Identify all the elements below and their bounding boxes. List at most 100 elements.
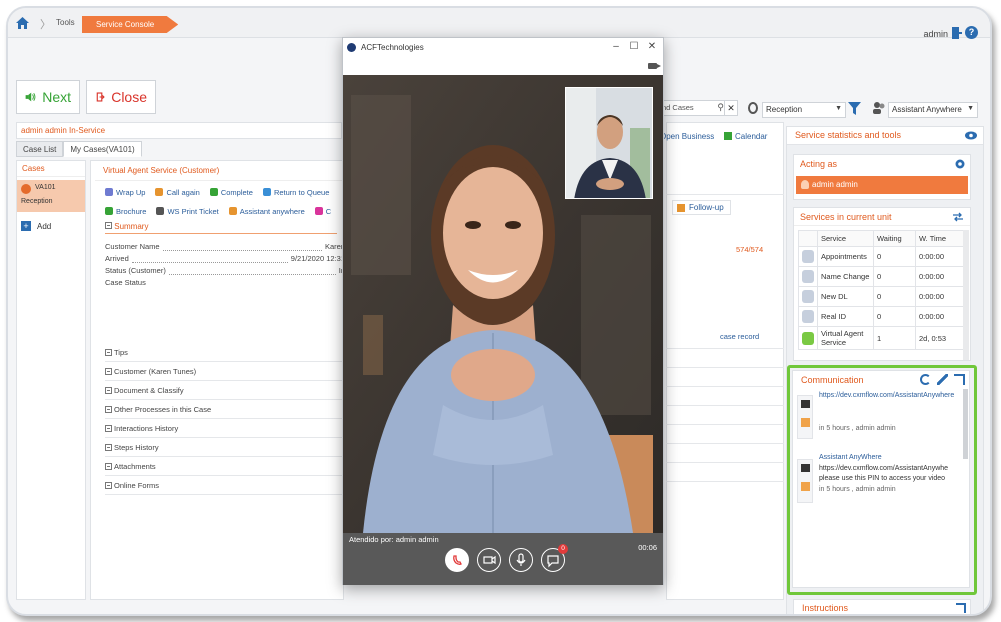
hang-up-button[interactable] xyxy=(445,548,469,572)
action-row-1: Wrap Up Call again Complete Return to Qu… xyxy=(91,181,343,200)
services-table: Service Waiting W. Time Appointments 0 0… xyxy=(798,230,966,350)
tab-my-cases[interactable]: My Cases(VA101) xyxy=(63,141,142,157)
breadcrumb-tools[interactable]: Tools xyxy=(56,18,75,27)
tab-case-list[interactable]: Case List xyxy=(16,141,64,157)
email-icon xyxy=(797,459,813,503)
camera-icon[interactable] xyxy=(648,63,661,69)
mute-button[interactable] xyxy=(509,548,533,572)
customer-video-feed xyxy=(343,75,663,533)
section-row[interactable]: Online Forms xyxy=(105,476,343,495)
logout-icon[interactable] xyxy=(952,27,962,39)
right-panel: Service statistics and tools Acting as a… xyxy=(786,126,984,614)
services-scrollbar[interactable] xyxy=(963,230,969,360)
summary-row: Status (Customer)In xyxy=(105,266,343,278)
case-item[interactable]: VA101 Reception xyxy=(17,180,85,212)
mode-select[interactable]: Assistant Anywhere ▼ xyxy=(888,102,978,118)
refresh-icon[interactable] xyxy=(920,374,931,385)
unit-select[interactable]: Reception ▼ xyxy=(762,102,846,118)
divider xyxy=(666,386,784,387)
swap-arrows-icon[interactable] xyxy=(952,212,964,222)
expand-icon xyxy=(105,349,112,356)
follow-up-label: Follow-up xyxy=(689,203,724,212)
complete-action[interactable]: Complete xyxy=(209,184,253,200)
calendar-link[interactable]: Calendar xyxy=(724,132,767,141)
gear-icon[interactable] xyxy=(954,158,966,170)
right-panel-title-text: Service statistics and tools xyxy=(795,130,902,140)
clear-search-icon[interactable]: ✕ xyxy=(724,100,738,116)
expand-icon xyxy=(105,368,112,375)
filter-icon[interactable] xyxy=(848,102,861,115)
section-label: Other Processes in this Case xyxy=(114,405,212,414)
help-icon[interactable]: ? xyxy=(965,26,978,39)
x-icon xyxy=(314,207,323,215)
expand-icon[interactable] xyxy=(954,374,965,385)
search-value: nd Cases xyxy=(662,103,694,112)
close-button[interactable]: Close xyxy=(86,80,156,114)
summary-key: Customer Name xyxy=(105,242,160,251)
call-again-action[interactable]: Call again xyxy=(155,184,200,200)
message-line: https://dev.cxmflow.com/AssistantAnywhe xyxy=(819,464,949,472)
divider xyxy=(666,194,784,195)
unit-select-value: Reception xyxy=(766,105,803,114)
maximize-icon[interactable]: ☐ xyxy=(627,41,641,52)
calendar-icon xyxy=(724,132,732,140)
add-label: Add xyxy=(37,221,52,231)
brochure-icon xyxy=(105,207,113,215)
agent-video-pip[interactable] xyxy=(565,87,653,199)
call-control-bar: Atendido por: admin admin 00:06 0 xyxy=(343,533,663,585)
expand-icon[interactable] xyxy=(956,603,966,613)
minimize-icon[interactable]: – xyxy=(609,41,623,52)
section-row[interactable]: Attachments xyxy=(105,457,343,476)
section-row[interactable]: Interactions History xyxy=(105,419,343,438)
edit-icon[interactable] xyxy=(937,374,948,385)
smiley-icon xyxy=(21,184,31,194)
table-row[interactable]: Appointments 0 0:00:00 xyxy=(798,246,966,267)
service-icon-cell xyxy=(798,306,818,327)
search-input[interactable]: nd Cases ⚲ xyxy=(658,100,728,116)
breadcrumb-service-console[interactable]: Service Console xyxy=(82,16,179,33)
home-icon[interactable] xyxy=(16,17,29,29)
section-row[interactable]: Other Processes in this Case xyxy=(105,400,343,419)
section-label: Attachments xyxy=(114,462,156,471)
table-row[interactable]: Virtual Agent Service 1 2d, 0:53 xyxy=(798,326,966,350)
chat-button[interactable]: 0 xyxy=(541,544,568,572)
communication-tools xyxy=(920,374,965,385)
table-row[interactable]: New DL 0 0:00:00 xyxy=(798,286,966,307)
summary-header[interactable]: Summary xyxy=(105,221,337,234)
expand-icon xyxy=(105,406,112,413)
assistant-anywhere-action[interactable]: Assistant anywhere xyxy=(228,203,305,219)
brochure-action[interactable]: Brochure xyxy=(105,203,146,219)
instructions-box[interactable]: Instructions xyxy=(793,599,971,614)
message-item[interactable]: https://dev.cxmflow.com/AssistantAnywher… xyxy=(795,389,961,447)
action-label: Assistant anywhere xyxy=(239,206,305,216)
table-row[interactable]: Real ID 0 0:00:00 xyxy=(798,306,966,327)
open-business-link[interactable]: Open Business xyxy=(660,132,714,141)
close-icon[interactable]: ✕ xyxy=(645,41,659,52)
message-line: please use this PIN to access your video xyxy=(819,475,946,482)
summary-key: Status (Customer) xyxy=(105,266,166,275)
section-row[interactable]: Tips xyxy=(105,343,343,362)
video-toggle-button[interactable] xyxy=(477,548,501,572)
section-list: Tips Customer (Karen Tunes) Document & C… xyxy=(105,343,343,495)
message-line: Assistant AnyWhere xyxy=(819,454,882,461)
table-row[interactable]: Name Change 0 0:00:00 xyxy=(798,266,966,287)
eye-icon[interactable] xyxy=(965,131,977,140)
add-case-button[interactable]: + Add xyxy=(17,215,85,237)
service-title: Virtual Agent Service (Customer) xyxy=(95,161,343,181)
action-label: C xyxy=(325,206,332,216)
message-item[interactable]: Assistant AnyWhere https://dev.cxmflow.c… xyxy=(795,453,961,511)
chevron-down-icon: ▼ xyxy=(967,105,974,112)
next-button[interactable]: Next xyxy=(16,80,80,114)
case-record-link[interactable]: case record xyxy=(720,332,759,341)
waiting-count: 0 xyxy=(873,266,916,287)
cancel-action[interactable]: C xyxy=(314,203,332,219)
print-ticket-action[interactable]: WS Print Ticket xyxy=(156,203,219,219)
section-row[interactable]: Steps History xyxy=(105,438,343,457)
agent-status: admin admin In-Service xyxy=(16,122,342,139)
follow-up-button[interactable]: Follow-up xyxy=(672,200,731,215)
search-icon[interactable]: ⚲ xyxy=(717,102,724,113)
wrap-up-action[interactable]: Wrap Up xyxy=(105,184,145,200)
return-to-queue-action[interactable]: Return to Queue xyxy=(262,184,329,200)
section-row[interactable]: Document & Classify xyxy=(105,381,343,400)
section-row[interactable]: Customer (Karen Tunes) xyxy=(105,362,343,381)
